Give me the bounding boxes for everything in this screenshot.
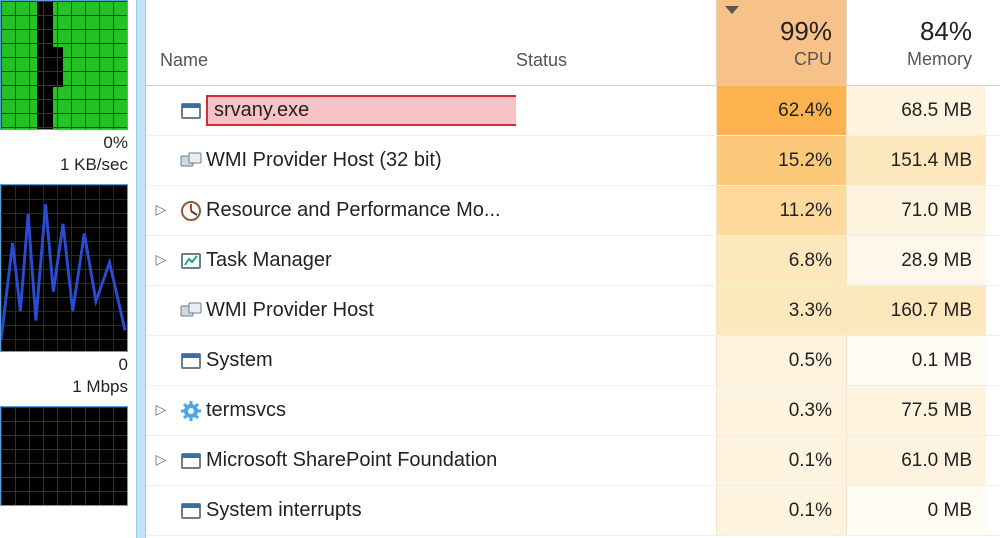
process-memory: 28.9 MB — [846, 236, 986, 285]
process-cpu: 11.2% — [716, 186, 846, 235]
expand-toggle — [146, 353, 176, 369]
process-name: termsvcs — [206, 399, 516, 422]
table-header-row: Name Status 99% CPU 84% Memory — [146, 0, 1000, 86]
table-row[interactable]: WMI Provider Host (32 bit) 15.2%151.4 MB — [146, 136, 1000, 186]
app-icon — [176, 350, 206, 372]
process-name: Task Manager — [206, 249, 516, 272]
table-row[interactable]: ▷ termsvcs 0.3%77.5 MB — [146, 386, 1000, 436]
expand-toggle — [146, 103, 176, 119]
expand-toggle[interactable]: ▷ — [146, 402, 176, 419]
disk-mini-value: 1 Mbps — [0, 376, 128, 398]
table-row[interactable]: ▷ Resource and Performance Mo... 11.2%71.0… — [146, 186, 1000, 236]
cpu-total-pct: 99% — [780, 16, 832, 47]
column-header-status[interactable]: Status — [516, 0, 716, 85]
process-cpu: 6.8% — [716, 236, 846, 285]
wmi-icon — [176, 300, 206, 322]
memory-header-label: Memory — [907, 49, 972, 70]
process-memory: 61.0 MB — [846, 436, 986, 485]
net-mini-value: 1 KB/sec — [0, 154, 128, 176]
vertical-divider — [136, 0, 146, 538]
network-mini-chart[interactable] — [0, 184, 128, 352]
cpu-mini-value: 0% — [0, 132, 128, 154]
table-row[interactable]: ▷ Task Manager 6.8%28.9 MB — [146, 236, 1000, 286]
cpu-header-label: CPU — [794, 49, 832, 70]
memory-total-pct: 84% — [920, 16, 972, 47]
process-name: System interrupts — [206, 499, 516, 522]
process-rows: srvany.exe62.4%68.5 MBWMI Provider Host … — [146, 86, 1000, 538]
process-name: Resource and Performance Mo... — [206, 199, 516, 222]
process-name: srvany.exe — [206, 95, 516, 126]
process-cpu: 0.3% — [716, 386, 846, 435]
process-memory: 160.7 MB — [846, 286, 986, 335]
table-row[interactable]: System interrupts 0.1%0 MB — [146, 486, 1000, 536]
process-cpu: 62.4% — [716, 86, 846, 135]
column-header-cpu[interactable]: 99% CPU — [716, 0, 846, 85]
expand-toggle — [146, 303, 176, 319]
process-memory: 77.5 MB — [846, 386, 986, 435]
chart-icon — [176, 250, 206, 272]
disk-mini-top: 0 — [0, 354, 128, 376]
app-icon — [176, 450, 206, 472]
process-memory: 0.1 MB — [846, 336, 986, 385]
gear-icon — [176, 400, 206, 422]
process-cpu: 0.1% — [716, 436, 846, 485]
process-cpu: 0.5% — [716, 336, 846, 385]
process-memory: 71.0 MB — [846, 186, 986, 235]
sort-descending-icon — [725, 6, 739, 14]
process-cpu: 0.1% — [716, 486, 846, 535]
table-row[interactable]: srvany.exe 62.4%68.5 MB — [146, 86, 1000, 136]
app-icon — [176, 100, 206, 122]
process-name: WMI Provider Host (32 bit) — [206, 149, 516, 172]
expand-toggle[interactable]: ▷ — [146, 202, 176, 219]
expand-toggle[interactable]: ▷ — [146, 252, 176, 269]
perf-icon — [176, 200, 206, 222]
expand-toggle — [146, 153, 176, 169]
table-row[interactable]: System 0.5%0.1 MB — [146, 336, 1000, 386]
column-header-name-label: Name — [160, 50, 208, 71]
disk-mini-chart[interactable] — [0, 406, 128, 506]
table-row[interactable]: ▷ Microsoft SharePoint Foundation 0.1%61.0… — [146, 436, 1000, 486]
column-header-memory[interactable]: 84% Memory — [846, 0, 986, 85]
expand-toggle — [146, 503, 176, 519]
process-cpu: 15.2% — [716, 136, 846, 185]
process-memory: 68.5 MB — [846, 86, 986, 135]
wmi-icon — [176, 150, 206, 172]
perf-mini-charts-sidebar: 0% 1 KB/sec 0 1 Mbps — [0, 0, 136, 538]
cpu-mini-chart[interactable] — [0, 0, 128, 130]
process-name: System — [206, 349, 516, 372]
table-row[interactable]: WMI Provider Host 3.3%160.7 MB — [146, 286, 1000, 336]
process-table: Name Status 99% CPU 84% Memory srvany.ex… — [146, 0, 1000, 538]
process-name: WMI Provider Host — [206, 299, 516, 322]
column-header-name[interactable]: Name — [146, 0, 516, 85]
process-memory: 0 MB — [846, 486, 986, 535]
process-memory: 151.4 MB — [846, 136, 986, 185]
process-cpu: 3.3% — [716, 286, 846, 335]
expand-toggle[interactable]: ▷ — [146, 452, 176, 469]
app-icon — [176, 500, 206, 522]
highlighted-process-name: srvany.exe — [206, 95, 516, 126]
column-header-status-label: Status — [516, 50, 567, 71]
process-name: Microsoft SharePoint Foundation — [206, 449, 516, 472]
